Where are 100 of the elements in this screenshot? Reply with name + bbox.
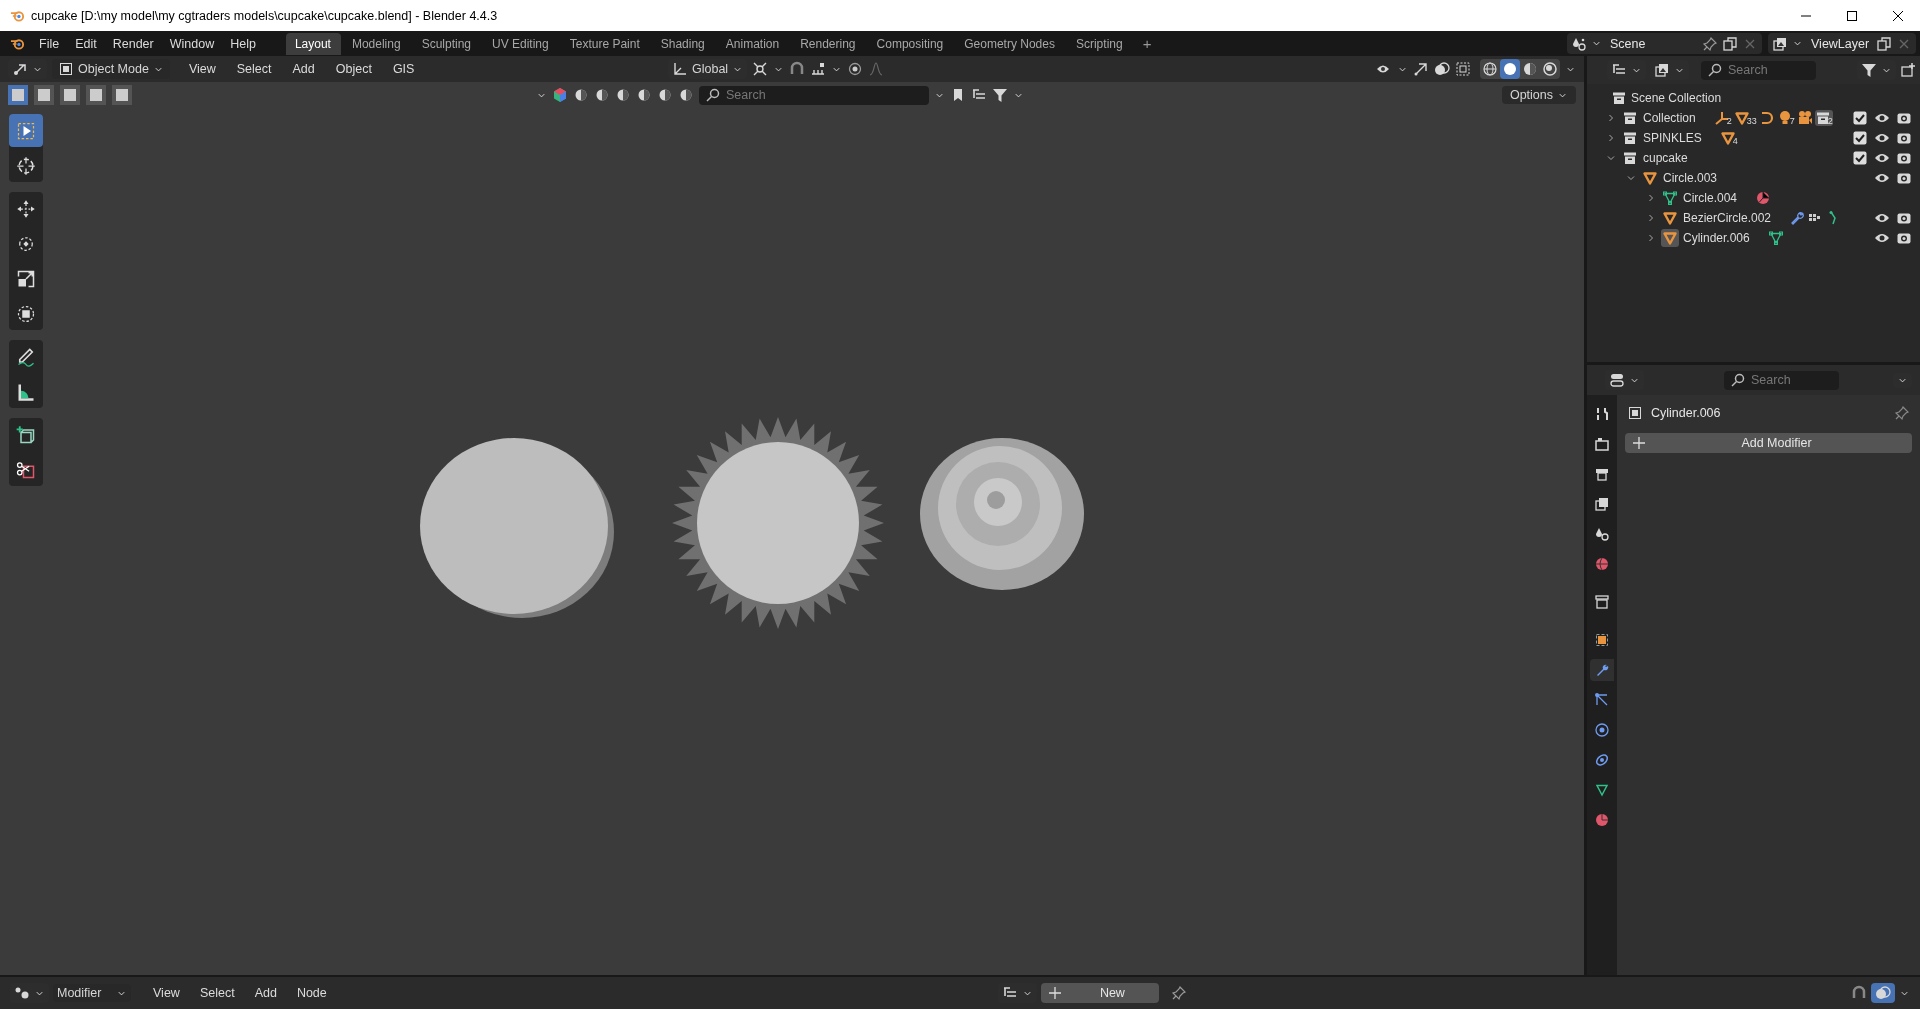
workspace-tab[interactable]: Animation bbox=[716, 32, 790, 55]
tree-item[interactable]: Collection bbox=[1643, 111, 1696, 125]
menu-item[interactable]: Edit bbox=[67, 36, 105, 51]
count: 33 bbox=[1746, 116, 1757, 126]
workspace-tab[interactable]: UV Editing bbox=[483, 32, 559, 55]
new-collection-icon[interactable] bbox=[1900, 62, 1916, 78]
search-field[interactable]: Search bbox=[1724, 370, 1839, 390]
mode-dropdown[interactable]: Object Mode bbox=[52, 59, 170, 79]
snap-target-icon[interactable] bbox=[810, 61, 827, 77]
select-mode-button[interactable] bbox=[112, 85, 132, 105]
menu-item[interactable]: Select bbox=[228, 62, 280, 76]
shading-button[interactable] bbox=[1500, 59, 1520, 79]
scissors-icon bbox=[16, 459, 36, 480]
options-dropdown[interactable]: Options bbox=[1501, 86, 1576, 104]
menu-item[interactable]: Select bbox=[191, 986, 243, 1000]
copy-icon[interactable] bbox=[1722, 35, 1738, 52]
logo-icon bbox=[10, 8, 25, 23]
search-icon bbox=[1730, 372, 1746, 388]
xray-icon[interactable] bbox=[1455, 61, 1471, 77]
copy-icon[interactable] bbox=[1876, 35, 1892, 52]
select-mode-button[interactable] bbox=[60, 85, 80, 105]
workspace-tab[interactable]: Texture Paint bbox=[560, 32, 650, 55]
menu-item[interactable]: Help bbox=[222, 36, 264, 51]
shading-button[interactable] bbox=[1540, 59, 1560, 79]
view-layer-selector[interactable]: ViewLayer bbox=[1768, 33, 1916, 54]
image-stack-icon bbox=[1772, 35, 1788, 52]
viewport[interactable]: Object Mode View Select Add Object GIS Global Search Options bbox=[0, 56, 1587, 975]
search-field[interactable]: Search bbox=[1701, 60, 1816, 80]
menu-item[interactable]: Object bbox=[327, 62, 380, 76]
properties-tab[interactable] bbox=[1590, 659, 1614, 681]
menu-item[interactable]: Add bbox=[246, 986, 285, 1000]
overlay-icon[interactable] bbox=[1434, 61, 1450, 77]
scene-selector[interactable]: Scene bbox=[1567, 33, 1762, 54]
tree-item[interactable]: BezierCircle.002 bbox=[1683, 211, 1772, 225]
workspace-tab[interactable]: Shading bbox=[651, 32, 715, 55]
workspace-tab[interactable]: Layout bbox=[285, 32, 341, 55]
object-type-icon[interactable] bbox=[615, 87, 631, 103]
pivot-icon[interactable] bbox=[752, 61, 769, 77]
search-icon bbox=[1707, 62, 1723, 78]
select-mode-button[interactable] bbox=[34, 85, 54, 105]
select-mode-button[interactable] bbox=[86, 85, 106, 105]
shaded-sphere-icon bbox=[1755, 190, 1772, 206]
menu-item[interactable]: GIS bbox=[384, 62, 423, 76]
workspace-tab[interactable]: Scripting bbox=[1066, 32, 1133, 55]
search-field[interactable]: Search bbox=[699, 85, 929, 105]
object-type-icon[interactable] bbox=[678, 87, 694, 103]
count: 2 bbox=[1726, 116, 1732, 126]
scale-icon bbox=[16, 268, 36, 289]
gizmo-icon[interactable] bbox=[1413, 61, 1429, 77]
editor-dropdown[interactable]: Modifier bbox=[53, 984, 131, 1002]
menu-item[interactable]: Window bbox=[161, 36, 223, 51]
tree-item[interactable]: Circle.004 bbox=[1683, 191, 1738, 205]
nodes-icon bbox=[14, 985, 30, 1001]
plus-icon bbox=[1047, 985, 1064, 1001]
workspace-tab[interactable]: Modeling bbox=[342, 32, 411, 55]
workspace-tab[interactable]: Rendering bbox=[791, 32, 866, 55]
object-type-icon[interactable] bbox=[594, 87, 610, 103]
checkbox[interactable] bbox=[1852, 110, 1868, 126]
add-workspace-button[interactable]: + bbox=[1134, 35, 1160, 52]
object-type-icon[interactable] bbox=[573, 87, 589, 103]
select-mode-icon bbox=[88, 87, 104, 103]
select-mode-icon bbox=[36, 87, 52, 103]
menu-item[interactable]: File bbox=[31, 36, 68, 51]
object-type-icon[interactable] bbox=[657, 87, 673, 103]
menu-item[interactable]: Node bbox=[288, 986, 335, 1000]
tree-item[interactable]: cupcake bbox=[1643, 151, 1688, 165]
magnet-icon[interactable] bbox=[1851, 985, 1867, 1001]
magnet-icon[interactable] bbox=[789, 61, 806, 77]
workspace-tab[interactable]: Geometry Nodes bbox=[955, 32, 1065, 55]
pin-icon[interactable] bbox=[1894, 405, 1910, 421]
shading-button[interactable] bbox=[1480, 59, 1500, 79]
pin-icon[interactable] bbox=[1702, 35, 1718, 52]
filter-icon[interactable] bbox=[992, 87, 1008, 103]
menu-item[interactable]: View bbox=[145, 986, 188, 1000]
select-mode-button[interactable] bbox=[8, 85, 28, 105]
add-modifier-button[interactable]: Add Modifier bbox=[1625, 433, 1912, 453]
new-button[interactable]: New bbox=[1041, 983, 1160, 1003]
logo-icon[interactable] bbox=[10, 36, 25, 51]
overlay-button[interactable] bbox=[1871, 983, 1895, 1003]
menu-item[interactable]: Render bbox=[104, 36, 162, 51]
tree-item[interactable]: Scene Collection bbox=[1631, 91, 1722, 105]
transform-icon bbox=[16, 303, 36, 324]
pin-icon[interactable] bbox=[1171, 985, 1188, 1001]
triangle-icon bbox=[1719, 130, 1736, 146]
tree-item[interactable]: Cylinder.006 bbox=[1683, 231, 1750, 245]
filter-icon bbox=[1861, 62, 1877, 78]
archive-box-icon bbox=[1814, 110, 1831, 126]
menu-item[interactable]: Add bbox=[284, 62, 323, 76]
object-type-icon[interactable] bbox=[636, 87, 652, 103]
proportional-icon[interactable] bbox=[847, 61, 864, 77]
workspace-tab[interactable]: Sculpting bbox=[412, 32, 481, 55]
tree-item[interactable]: Circle.003 bbox=[1663, 171, 1718, 185]
cube-icon[interactable] bbox=[552, 87, 568, 103]
particles-icon bbox=[1594, 692, 1610, 708]
select-box-icon bbox=[16, 120, 36, 141]
workspace-tab[interactable]: Compositing bbox=[867, 32, 954, 55]
checkbox[interactable] bbox=[1852, 150, 1868, 166]
checkbox[interactable] bbox=[1852, 130, 1868, 146]
menu-item[interactable]: View bbox=[180, 62, 224, 76]
tree-item[interactable]: SPINKLES bbox=[1643, 131, 1702, 145]
